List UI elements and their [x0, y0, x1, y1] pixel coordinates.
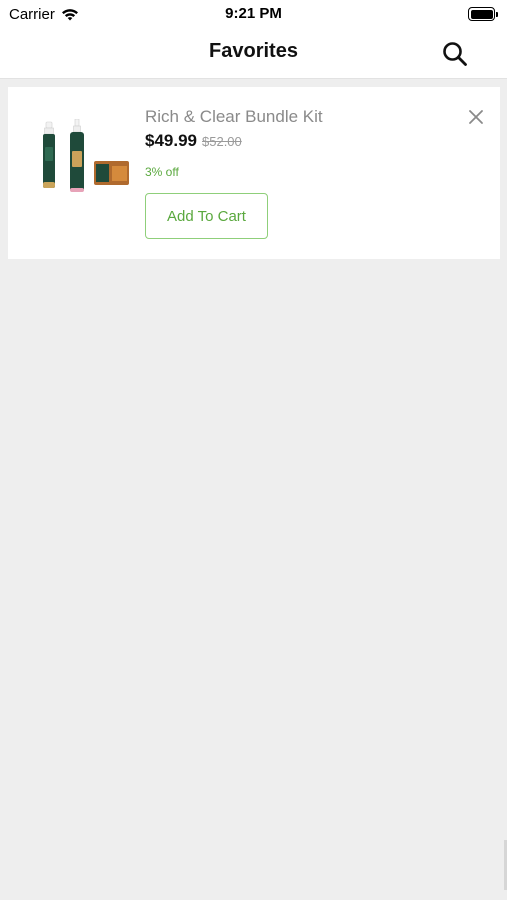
discount-label: 3% off [145, 165, 179, 179]
add-to-cart-button[interactable]: Add To Cart [145, 193, 268, 239]
product-old-price: $52.00 [202, 134, 242, 149]
status-time: 9:21 PM [225, 5, 282, 22]
favorite-item[interactable]: Rich & Clear Bundle Kit $49.99 $52.00 3%… [8, 87, 500, 259]
product-image[interactable] [36, 119, 131, 199]
search-icon[interactable] [441, 40, 469, 68]
battery-icon [468, 7, 498, 21]
page-title: Favorites [209, 40, 298, 62]
status-bar: Carrier 9:21 PM [0, 0, 507, 28]
favorites-list: Rich & Clear Bundle Kit $49.99 $52.00 3%… [0, 79, 507, 900]
close-icon[interactable] [468, 109, 484, 125]
product-name[interactable]: Rich & Clear Bundle Kit [145, 107, 323, 127]
navigation-bar: Favorites [0, 28, 507, 79]
price-row: $49.99 $52.00 [145, 131, 242, 151]
product-price: $49.99 [145, 131, 197, 150]
